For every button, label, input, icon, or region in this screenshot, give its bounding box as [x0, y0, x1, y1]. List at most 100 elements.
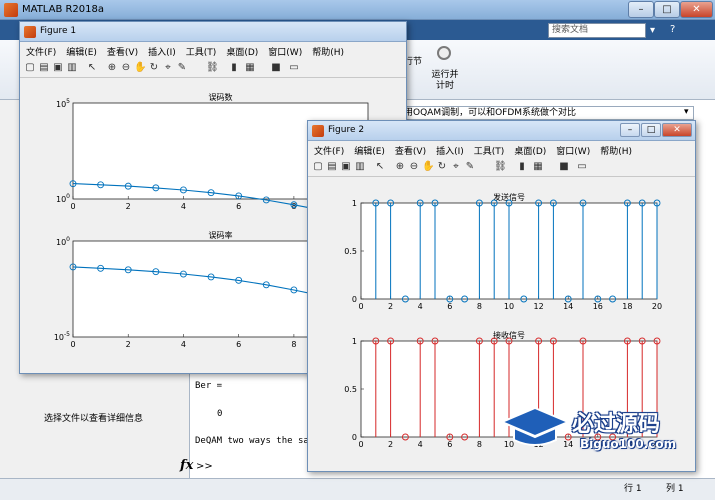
address-dropdown-icon[interactable]: ▾ [684, 107, 689, 117]
data-cursor-icon[interactable]: ⌖ [450, 161, 462, 173]
zoom-out-icon[interactable]: ⊖ [408, 161, 420, 173]
figure-1-menubar: 文件(F) 编辑(E) 查看(V) 插入(I) 工具(T) 桌面(D) 窗口(W) 帮助(H) [20, 42, 406, 59]
figure-menu-item[interactable]: 查看(V) [101, 42, 142, 58]
open-file-icon[interactable]: ▤ [38, 62, 50, 74]
show-plot-tools-icon[interactable]: ▭ [288, 62, 300, 74]
status-col-label: 列 [666, 484, 676, 494]
hide-plot-tools-icon[interactable]: ■ [558, 161, 570, 173]
x-tick-label: 8 [291, 340, 296, 349]
figure-icon [312, 125, 324, 137]
search-documentation-input[interactable]: 搜索文档 [548, 23, 646, 38]
figure-menu-item[interactable]: 窗口(W) [262, 42, 306, 58]
zoom-in-icon[interactable]: ⊕ [106, 62, 118, 74]
x-tick-label: 2 [126, 202, 131, 211]
watermark-text: 必过源码 [572, 412, 661, 437]
figure-menu-item[interactable]: 文件(F) [308, 141, 348, 157]
figure-2-menubar: 文件(F) 编辑(E) 查看(V) 插入(I) 工具(T) 桌面(D) 窗口(W) 帮助(H) [308, 141, 695, 158]
figure-menu-item[interactable]: 帮助(H) [594, 141, 636, 157]
figure-2-close-button[interactable]: ✕ [662, 123, 692, 137]
figure-menu-item[interactable]: 插入(I) [142, 42, 180, 58]
status-bar [0, 478, 715, 500]
x-tick-label: 4 [181, 340, 186, 349]
figure-menu-item[interactable]: 工具(T) [468, 141, 509, 157]
x-tick-label: 0 [70, 340, 75, 349]
print-icon[interactable]: ▥ [66, 62, 78, 74]
save-icon[interactable]: ▣ [340, 161, 352, 173]
maximize-button[interactable]: □ [654, 1, 680, 18]
legend-icon[interactable]: ▦ [532, 161, 544, 173]
matlab-window-title: MATLAB R2018a [22, 4, 105, 15]
brush-icon[interactable]: ✎ [176, 62, 188, 74]
minimize-button[interactable]: – [628, 1, 654, 18]
x-tick-label: 0 [70, 202, 75, 211]
figure-menu-item[interactable]: 文件(F) [20, 42, 60, 58]
function-browser-icon[interactable]: fx [180, 458, 193, 473]
show-plot-tools-icon[interactable]: ▭ [576, 161, 588, 173]
hide-plot-tools-icon[interactable]: ■ [270, 62, 282, 74]
link-icon[interactable]: ⛓ [206, 62, 219, 74]
figure-menu-item[interactable]: 帮助(H) [306, 42, 348, 58]
legend-icon[interactable]: ▦ [244, 62, 256, 74]
status-row-value: 1 [635, 484, 642, 494]
link-icon[interactable]: ⛓ [494, 161, 507, 173]
cmd-output-line: 0 [217, 409, 223, 419]
figure-menu-item[interactable]: 插入(I) [430, 141, 468, 157]
figure-2-maximize-button[interactable]: □ [641, 123, 661, 137]
rotate-icon[interactable]: ↻ [148, 62, 160, 74]
pan-icon[interactable]: ✋ [422, 161, 434, 173]
figure-menu-item[interactable]: 桌面(D) [220, 42, 262, 58]
pointer-icon[interactable]: ↖ [374, 161, 386, 173]
chart-title: 误码率 [209, 230, 233, 240]
command-prompt[interactable]: >> [196, 461, 213, 472]
run-and-time-label[interactable]: 运行并计时 [430, 70, 460, 92]
x-tick-label: 6 [236, 202, 241, 211]
status-col-value: 1 [677, 484, 684, 494]
x-tick-label: 8 [477, 440, 482, 449]
figure-icon [24, 26, 36, 38]
figure-menu-item[interactable]: 编辑(E) [348, 141, 389, 157]
chart-title: 误码数 [209, 92, 233, 102]
save-icon[interactable]: ▣ [52, 62, 64, 74]
close-button[interactable]: ✕ [680, 1, 713, 18]
x-tick-label: 2 [126, 340, 131, 349]
colorbar-icon[interactable]: ▮ [516, 161, 528, 173]
address-bar[interactable]: 用OQAM调制，可以和OFDM系统做个对比 [400, 106, 694, 120]
help-icon[interactable]: ? [670, 24, 675, 35]
new-figure-icon[interactable]: ▢ [24, 62, 36, 74]
figure-2-titlebar[interactable]: Figure 2 – □ ✕ [308, 121, 695, 141]
cmd-output-line: DeQAM two ways the same [195, 436, 320, 446]
run-and-time-icon[interactable] [437, 46, 451, 60]
figure-1-toolbar: ▢ ▤ ▣ ▥ ↖ ⊕ ⊖ ✋ ↻ ⌖ ✎ ⛓ ▮ ▦ ■ ▭ [20, 59, 406, 78]
rotate-icon[interactable]: ↻ [436, 161, 448, 173]
brush-icon[interactable]: ✎ [464, 161, 476, 173]
details-placeholder-text: 选择文件以查看详细信息 [44, 414, 144, 424]
y-tick-label: 10-5 [54, 331, 70, 342]
print-icon[interactable]: ▥ [354, 161, 366, 173]
figure-menu-item[interactable]: 查看(V) [389, 141, 430, 157]
zoom-in-icon[interactable]: ⊕ [394, 161, 406, 173]
colorbar-icon[interactable]: ▮ [228, 62, 240, 74]
figure-menu-item[interactable]: 工具(T) [180, 42, 221, 58]
y-tick-label: 0.5 [344, 247, 357, 256]
y-tick-label: 105 [56, 98, 70, 109]
pointer-icon[interactable]: ↖ [86, 62, 98, 74]
chart-title: 发送信号 [493, 192, 525, 202]
open-file-icon[interactable]: ▤ [326, 161, 338, 173]
figure-menu-item[interactable]: 编辑(E) [60, 42, 101, 58]
x-tick-label: 18 [622, 302, 632, 311]
figure-menu-item[interactable]: 窗口(W) [550, 141, 594, 157]
figure-menu-item[interactable]: 桌面(D) [508, 141, 550, 157]
chart-title: 接收信号 [493, 330, 525, 340]
search-help-icon[interactable]: ▾ [650, 25, 655, 36]
data-cursor-icon[interactable]: ⌖ [162, 62, 174, 74]
new-figure-icon[interactable]: ▢ [312, 161, 324, 173]
figure-1-titlebar[interactable]: Figure 1 [20, 22, 406, 42]
pan-icon[interactable]: ✋ [134, 62, 146, 74]
y-tick-label: 1 [352, 199, 357, 208]
x-tick-label: 6 [236, 340, 241, 349]
figure-2-minimize-button[interactable]: – [620, 123, 640, 137]
matlab-logo-icon [4, 3, 18, 17]
x-tick-label: 12 [534, 302, 544, 311]
zoom-out-icon[interactable]: ⊖ [120, 62, 132, 74]
y-tick-label: 0 [352, 295, 357, 304]
